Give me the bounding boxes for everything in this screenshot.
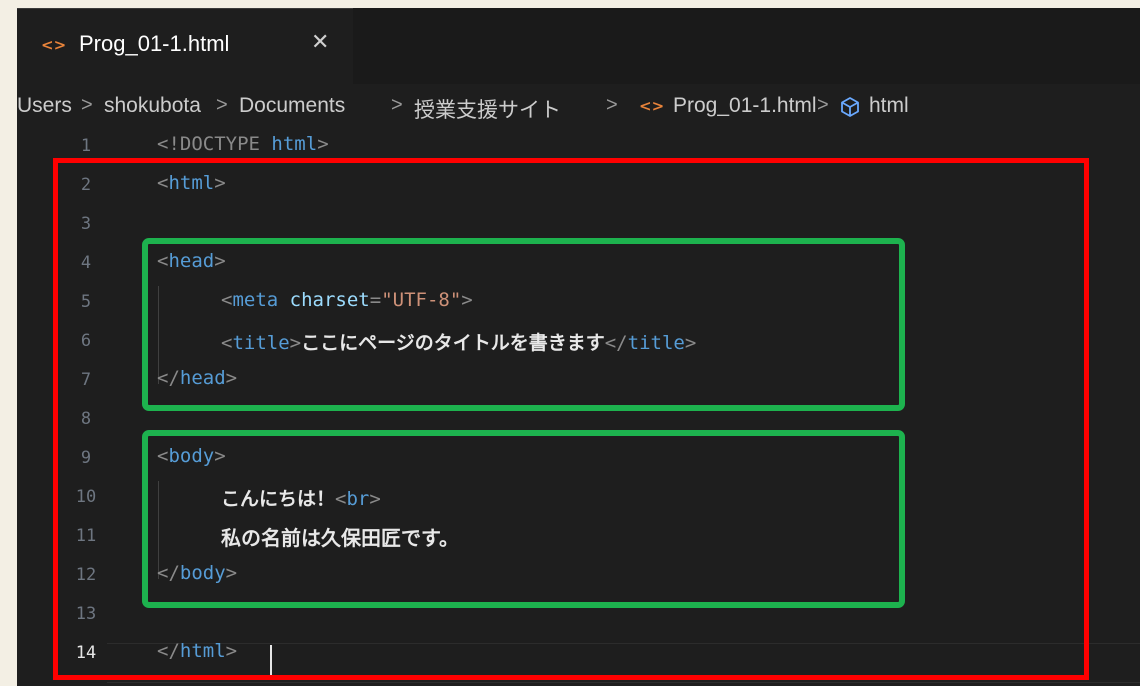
code-line: 8 xyxy=(17,401,1140,440)
code-editor: <> Prog_01-1.html ✕ Users > shokubota > … xyxy=(17,8,1140,686)
line-content: </body> xyxy=(157,562,238,584)
html-file-icon: <> xyxy=(41,36,67,54)
code-line: 13 xyxy=(17,596,1140,635)
text-cursor xyxy=(270,645,272,675)
line-number: 12 xyxy=(75,565,97,585)
code-line: 7 </head> xyxy=(17,362,1140,401)
breadcrumb-item-user[interactable]: shokubota xyxy=(104,94,201,118)
line-number: 6 xyxy=(80,331,92,351)
breadcrumb-item-symbol[interactable]: html xyxy=(869,94,909,118)
line-content: 私の名前は久保田匠です。 xyxy=(221,526,459,550)
cube-icon xyxy=(839,96,861,124)
chevron-right-icon: > xyxy=(606,94,618,116)
line-number: 8 xyxy=(80,409,92,429)
breadcrumb-item-file[interactable]: Prog_01-1.html xyxy=(673,94,817,118)
chevron-right-icon: > xyxy=(391,94,403,116)
chevron-right-icon: > xyxy=(81,94,93,116)
breadcrumb-item-documents[interactable]: Documents xyxy=(239,94,345,118)
code-line: 4 <head> xyxy=(17,245,1140,284)
line-number: 4 xyxy=(80,253,92,273)
code-line: 10 こんにちは！<br> xyxy=(17,479,1140,518)
line-content: <body> xyxy=(157,445,226,467)
line-number: 11 xyxy=(75,526,97,546)
breadcrumb-item-users[interactable]: Users xyxy=(17,94,72,118)
breadcrumb-item-folder[interactable]: 授業支援サイト xyxy=(414,94,561,124)
line-content: <html> xyxy=(157,172,226,194)
tab-bar: <> Prog_01-1.html ✕ xyxy=(17,8,1140,85)
html-file-icon: <> xyxy=(639,97,665,115)
code-line: 9 <body> xyxy=(17,440,1140,479)
line-content: <head> xyxy=(157,250,226,272)
code-line: 6 <title>ここにページのタイトルを書きます</title> xyxy=(17,323,1140,362)
line-number: 13 xyxy=(75,604,97,624)
code-line: 5 <meta charset="UTF-8"> xyxy=(17,284,1140,323)
line-number: 5 xyxy=(80,292,92,312)
line-content: <!DOCTYPE html> xyxy=(157,133,329,155)
chevron-right-icon: > xyxy=(216,94,228,116)
line-content: <title>ここにページのタイトルを書きます</title> xyxy=(221,332,697,354)
line-content: こんにちは！<br> xyxy=(221,488,381,510)
line-number: 1 xyxy=(80,136,92,156)
line-number: 14 xyxy=(75,643,97,663)
line-content: <meta charset="UTF-8"> xyxy=(221,289,473,311)
close-icon[interactable]: ✕ xyxy=(311,30,329,55)
code-line: 1 <!DOCTYPE html> xyxy=(17,128,1140,167)
tab-label: Prog_01-1.html xyxy=(79,31,230,56)
code-line: 14 </html> xyxy=(17,635,1140,674)
code-line: 3 xyxy=(17,206,1140,245)
code-line: 11 私の名前は久保田匠です。 xyxy=(17,518,1140,557)
code-line: 12 </body> xyxy=(17,557,1140,596)
line-content: </head> xyxy=(157,367,238,389)
line-number: 7 xyxy=(80,370,92,390)
tab-prog-01-1[interactable]: <> Prog_01-1.html ✕ xyxy=(17,8,353,85)
line-number: 10 xyxy=(75,487,97,507)
breadcrumb: Users > shokubota > Documents > 授業支援サイト … xyxy=(17,88,1140,128)
code-line: 2 <html> xyxy=(17,167,1140,206)
chevron-right-icon: > xyxy=(817,94,829,116)
line-content: </html> xyxy=(157,640,238,662)
line-number: 3 xyxy=(80,214,92,234)
line-number: 9 xyxy=(80,448,92,468)
line-number: 2 xyxy=(80,175,92,195)
